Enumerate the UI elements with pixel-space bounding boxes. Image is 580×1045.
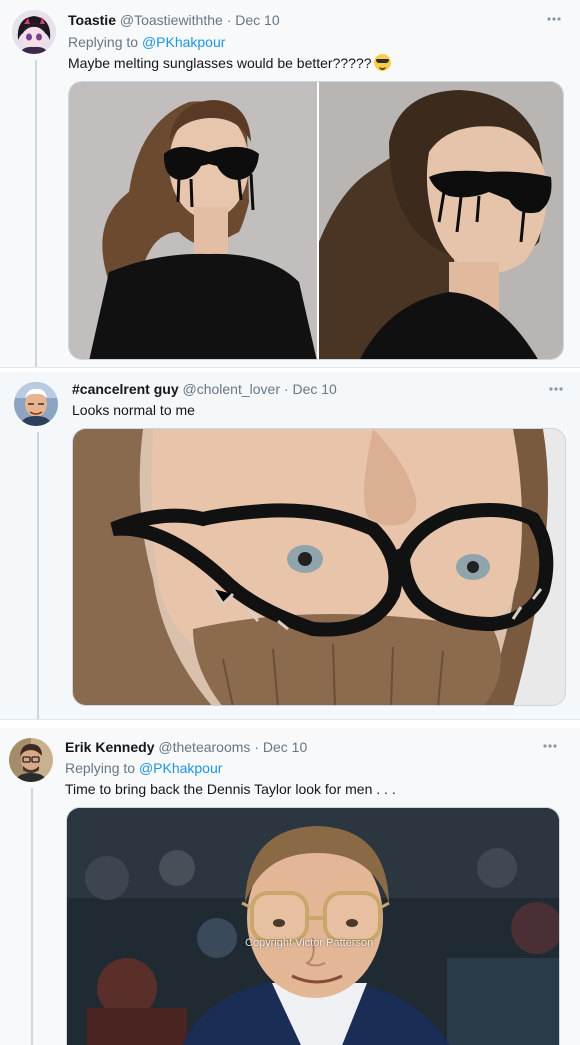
replying-to-label: Replying to [65, 760, 136, 776]
tweet-media-image[interactable]: Copyright Victor Patterson [66, 807, 560, 1045]
separator-dot: · [283, 381, 289, 397]
tweet-1[interactable]: Toastie @Toastiewiththe · Dec 10 Replyin… [0, 0, 580, 368]
tweet-media-image[interactable] [68, 81, 564, 360]
more-options-icon[interactable] [546, 11, 562, 27]
mention-link[interactable]: @PKhakpour [139, 760, 222, 776]
tweet-header: Toastie @Toastiewiththe · Dec 10 [68, 12, 280, 28]
tweet-2[interactable]: #cancelrent guy @cholent_lover · Dec 10 … [0, 372, 580, 720]
more-options-icon[interactable] [542, 738, 558, 754]
tweet-3[interactable]: Erik Kennedy @thetearooms · Dec 10 Reply… [0, 728, 580, 1045]
avatar-cancelrent-guy[interactable] [14, 382, 58, 426]
replying-to: Replying to @PKhakpour [68, 34, 225, 50]
tweet-date[interactable]: Dec 10 [263, 739, 307, 755]
user-handle[interactable]: @Toastiewiththe [120, 12, 223, 28]
display-name[interactable]: Erik Kennedy [65, 739, 154, 755]
thread-line [37, 432, 39, 719]
tweet-header: Erik Kennedy @thetearooms · Dec 10 [65, 739, 307, 755]
tweet-text: Time to bring back the Dennis Taylor loo… [65, 781, 396, 797]
replying-to-label: Replying to [68, 34, 139, 50]
user-handle[interactable]: @cholent_lover [183, 381, 281, 397]
avatar-toastie[interactable] [12, 10, 56, 54]
replying-to: Replying to @PKhakpour [65, 760, 222, 776]
tweet-media-image[interactable] [72, 428, 566, 706]
watermark-text: Copyright Victor Patterson [245, 937, 374, 949]
tweet-date[interactable]: Dec 10 [292, 381, 336, 397]
thread-line [35, 60, 37, 367]
separator-dot: · [254, 739, 259, 755]
tweet-gap [0, 720, 580, 728]
sunglasses-emoji-icon [373, 54, 391, 71]
tweet-header: #cancelrent guy @cholent_lover · Dec 10 [72, 381, 337, 397]
tweet-text: Maybe melting sunglasses would be better… [68, 54, 391, 71]
display-name[interactable]: Toastie [68, 12, 116, 28]
mention-link[interactable]: @PKhakpour [142, 34, 225, 50]
tweet-text-body: Maybe melting sunglasses would be better… [68, 55, 372, 71]
more-options-icon[interactable] [548, 381, 564, 397]
tweet-date[interactable]: Dec 10 [235, 12, 279, 28]
user-handle[interactable]: @thetearooms [158, 739, 250, 755]
separator-dot: · [226, 12, 232, 28]
display-name[interactable]: #cancelrent guy [72, 381, 179, 397]
tweet-text: Looks normal to me [72, 402, 195, 418]
thread-line [31, 788, 33, 1045]
avatar-erik-kennedy[interactable] [9, 738, 53, 782]
